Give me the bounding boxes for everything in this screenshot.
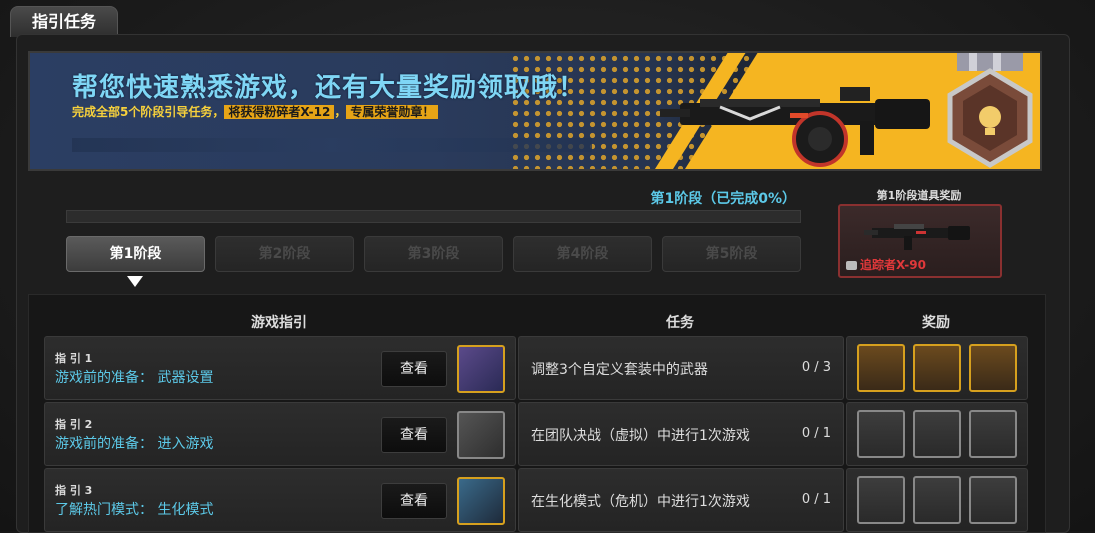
tab-title: 指引任务 (31, 12, 96, 31)
stage-tab-4[interactable]: 第4阶段 (513, 236, 652, 272)
stage-tab-2[interactable]: 第2阶段 (215, 236, 354, 272)
honor-medal-icon (947, 53, 1033, 168)
banner-title: 帮您快速熟悉游戏，还有大量奖励领取哦！ (72, 73, 586, 103)
stage-progress-label: 第1阶段（已完成0%） (650, 191, 796, 207)
reward-row-1 (846, 336, 1028, 400)
guide-row-3: 指 引 3 了解热门模式： 生化模式 查看 (44, 468, 516, 532)
header-guide: 游戏指引 (251, 315, 307, 331)
stage-reward-title: 第1阶段道具奖励 (876, 189, 962, 202)
stage-tab-3[interactable]: 第3阶段 (364, 236, 503, 272)
banner-highlight-weapon: 将获得粉碎者X-12 (224, 105, 335, 119)
stage-reward-name: 追踪者X-90 (846, 256, 926, 273)
header-reward: 奖励 (922, 315, 950, 331)
reward-row-3 (846, 468, 1028, 532)
banner-highlight-medal: 专属荣誉勋章！ (346, 105, 439, 119)
stage-reward-item[interactable]: 追踪者X-90 (838, 204, 1002, 278)
banner-subtitle: 完成全部5个阶段引导任务， 将获得粉碎者X-12，专属荣誉勋章！ (72, 103, 439, 120)
reward-item-icon[interactable] (913, 476, 961, 524)
task-row-3: 在生化模式（危机）中进行1次游戏 0 / 1 (518, 468, 844, 532)
guide-row-1: 指 引 1 游戏前的准备： 武器设置 查看 (44, 336, 516, 400)
reward-item-icon[interactable] (857, 410, 905, 458)
guide-row-2: 指 引 2 游戏前的准备： 进入游戏 查看 (44, 402, 516, 466)
reward-item-icon[interactable] (969, 476, 1017, 524)
reward-item-icon[interactable] (857, 344, 905, 392)
view-button[interactable]: 查看 (381, 351, 447, 387)
guide-thumbnail[interactable] (457, 411, 505, 459)
camera-icon (846, 261, 857, 270)
active-stage-indicator-icon (127, 276, 143, 287)
task-row-2: 在团队决战（虚拟）中进行1次游戏 0 / 1 (518, 402, 844, 466)
header-task: 任务 (666, 315, 694, 331)
stage-progress-bar (66, 210, 801, 223)
reward-item-icon[interactable] (969, 410, 1017, 458)
reward-weapon-image (660, 87, 930, 167)
view-button[interactable]: 查看 (381, 483, 447, 519)
reward-item-icon[interactable] (913, 410, 961, 458)
stage-reward-weapon-icon (864, 224, 970, 250)
reward-item-icon[interactable] (857, 476, 905, 524)
stage-tab-1[interactable]: 第1阶段 (66, 236, 205, 272)
guide-thumbnail[interactable] (457, 477, 505, 525)
reward-item-icon[interactable] (913, 344, 961, 392)
tab-guide-missions[interactable]: 指引任务 (10, 6, 118, 37)
guide-thumbnail[interactable] (457, 345, 505, 393)
reward-item-icon[interactable] (969, 344, 1017, 392)
task-row-1: 调整3个自定义套装中的武器 0 / 3 (518, 336, 844, 400)
view-button[interactable]: 查看 (381, 417, 447, 453)
reward-row-2 (846, 402, 1028, 466)
stage-tab-5[interactable]: 第5阶段 (662, 236, 801, 272)
promo-banner: 帮您快速熟悉游戏，还有大量奖励领取哦！ 完成全部5个阶段引导任务， 将获得粉碎者X… (28, 51, 1042, 171)
